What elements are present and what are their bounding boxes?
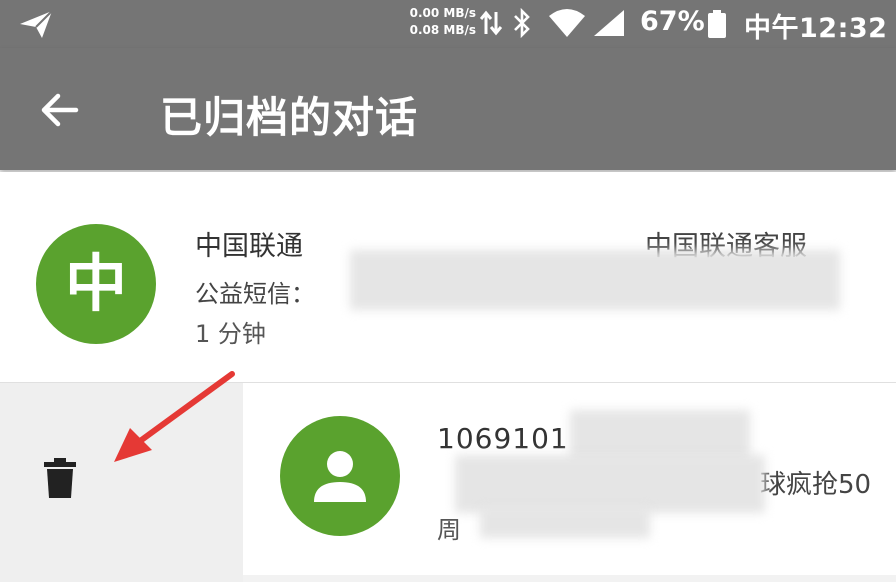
redaction-blur bbox=[480, 508, 650, 538]
conversation-time: 周 bbox=[437, 516, 461, 544]
paper-plane-icon bbox=[20, 10, 53, 38]
redaction-blur bbox=[455, 455, 765, 513]
page-title: 已归档的对话 bbox=[160, 93, 419, 142]
net-speed-down: 0.08 MB/s bbox=[409, 23, 476, 37]
arrow-left-icon[interactable] bbox=[30, 90, 90, 130]
conversation-snippet: 公益短信： bbox=[195, 280, 315, 308]
signal-icon bbox=[594, 10, 624, 36]
clock: 中午12:32 bbox=[744, 13, 888, 44]
avatar: 中 bbox=[36, 224, 156, 344]
trash-icon[interactable] bbox=[42, 458, 78, 500]
conversation-item[interactable]: 中 中国联通 公益短信： 1 分钟 中国联通客服 bbox=[0, 172, 896, 383]
person-icon bbox=[314, 451, 366, 502]
status-bar: 0.00 MB/s 0.08 MB/s 67% 中午12:32 bbox=[0, 0, 896, 48]
conversation-name: 1069101 bbox=[437, 422, 569, 455]
conversation-name: 中国联通 bbox=[195, 231, 303, 262]
data-arrows-icon bbox=[480, 10, 502, 36]
app-bar: 已归档的对话 bbox=[0, 48, 896, 170]
bluetooth-icon bbox=[514, 8, 530, 38]
network-speed: 0.00 MB/s 0.08 MB/s bbox=[390, 5, 476, 39]
avatar bbox=[280, 416, 400, 536]
wifi-icon bbox=[549, 9, 585, 37]
avatar-letter: 中 bbox=[64, 247, 127, 320]
battery-percent: 67% bbox=[640, 6, 705, 37]
redaction-blur bbox=[350, 250, 840, 310]
conversation-snippet: 球疯抢50 bbox=[760, 470, 872, 500]
battery-icon bbox=[708, 10, 726, 38]
red-arrow-annotation bbox=[114, 371, 235, 462]
net-speed-up: 0.00 MB/s bbox=[409, 6, 476, 20]
conversation-time: 1 分钟 bbox=[195, 320, 266, 348]
